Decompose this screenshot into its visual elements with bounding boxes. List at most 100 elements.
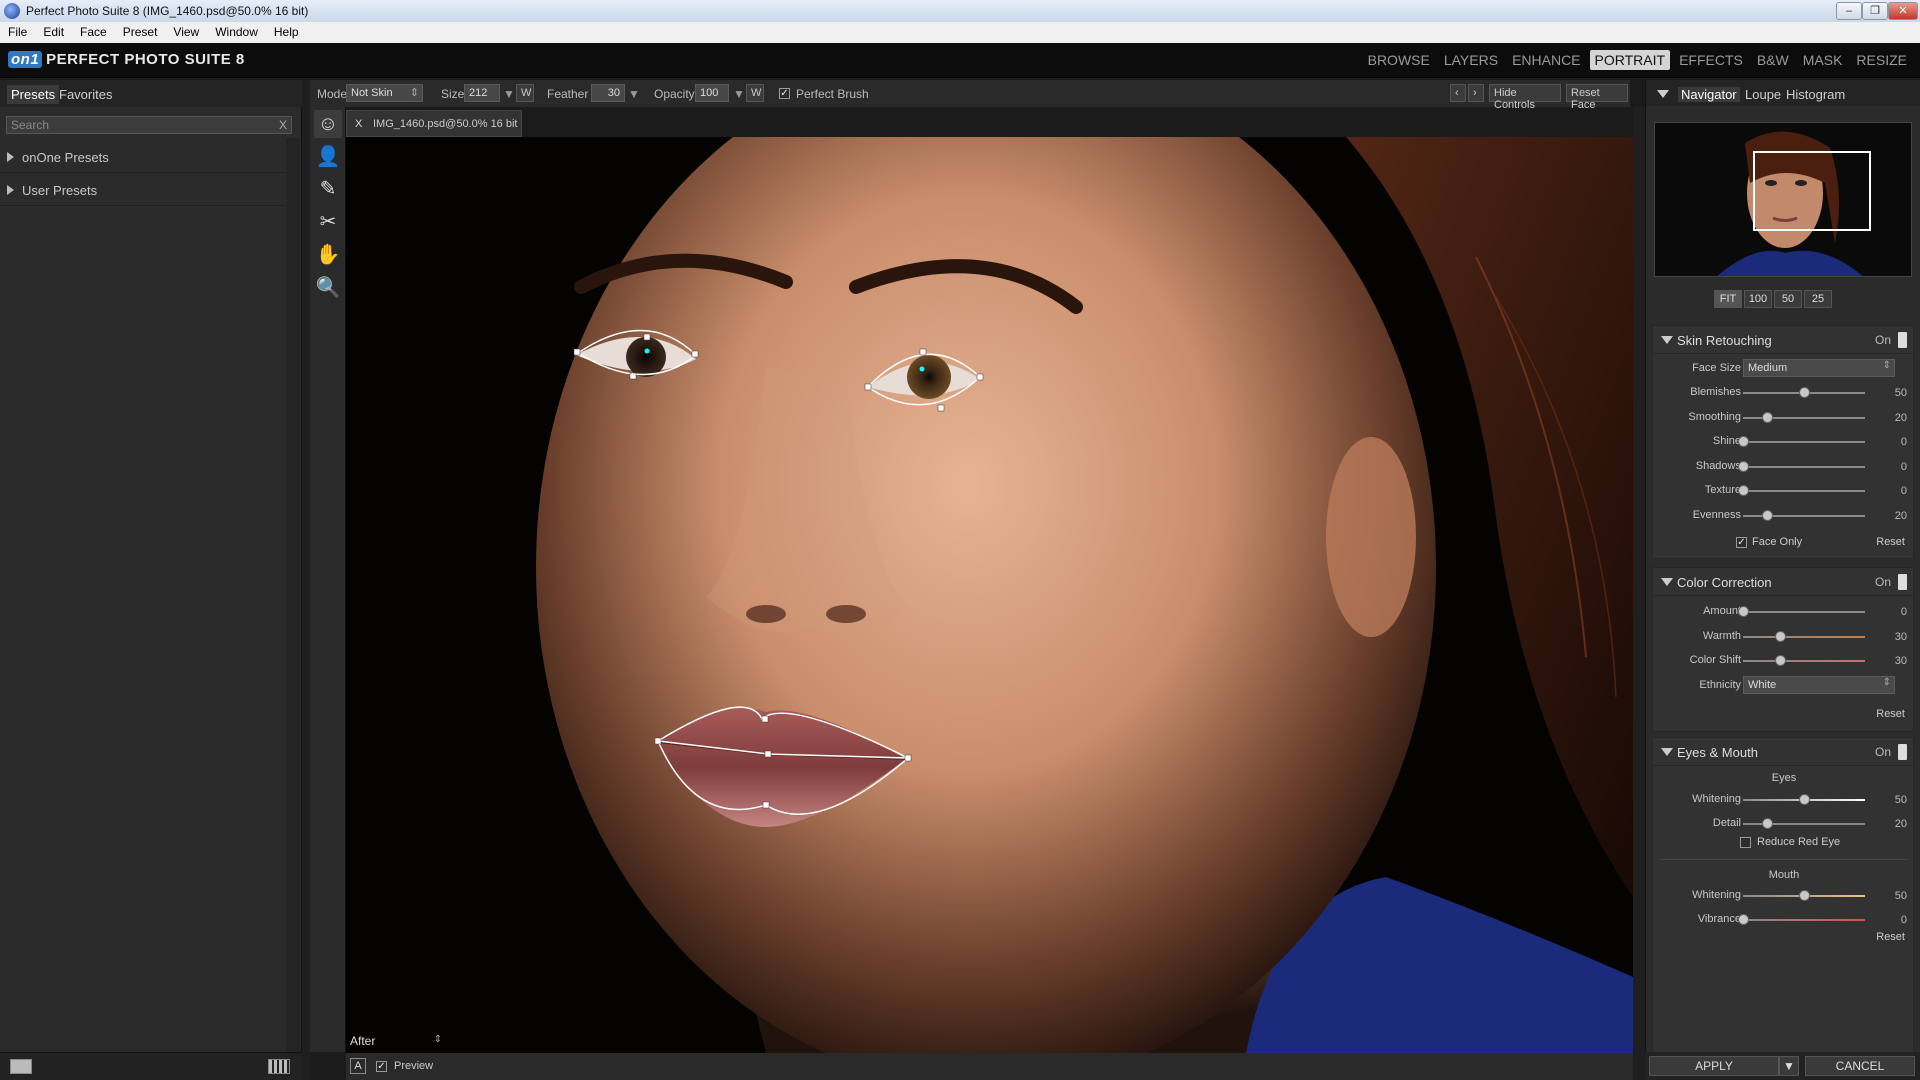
reset-face-button[interactable]: Reset Face <box>1566 84 1628 111</box>
zoom-tool-icon[interactable]: 🔍 <box>314 274 342 302</box>
chevron-down-icon[interactable]: ▼ <box>733 87 745 101</box>
tab-favorites[interactable]: Favorites <box>59 87 112 102</box>
perfect-brush-checkbox[interactable]: ✓ <box>779 88 790 99</box>
view-mode-select[interactable]: After ⇕ <box>346 1031 456 1051</box>
size-w-button[interactable]: W <box>516 84 534 102</box>
maximize-button[interactable]: ❐ <box>1862 2 1888 20</box>
slider-track[interactable] <box>1743 635 1865 638</box>
grid-view-icon[interactable] <box>268 1059 290 1074</box>
preset-group-user[interactable]: User Presets <box>0 174 286 206</box>
slider-track[interactable] <box>1743 822 1865 825</box>
module-portrait[interactable]: PORTRAIT <box>1589 50 1671 70</box>
slider-thumb[interactable] <box>1774 630 1786 642</box>
menu-view[interactable]: View <box>165 22 207 39</box>
chevron-down-icon[interactable]: ▼ <box>1779 1056 1799 1076</box>
face-size-select[interactable]: Medium ⇕ <box>1743 359 1895 377</box>
zoom-25-button[interactable]: 25 <box>1804 290 1832 308</box>
slider-thumb[interactable] <box>1762 411 1774 423</box>
feather-field[interactable]: 30 <box>591 84 625 102</box>
single-view-icon[interactable] <box>10 1059 32 1074</box>
slider-track[interactable] <box>1743 611 1865 613</box>
search-clear-button[interactable]: X <box>279 118 287 132</box>
slider-track[interactable] <box>1743 490 1865 492</box>
left-panel-splitter[interactable] <box>302 80 310 1080</box>
slider-thumb[interactable] <box>1738 436 1749 447</box>
chevron-down-icon[interactable]: ▼ <box>503 87 515 101</box>
slider-thumb[interactable] <box>1738 485 1749 496</box>
tab-loupe[interactable]: Loupe <box>1745 87 1781 102</box>
module-bw[interactable]: B&W <box>1752 50 1794 70</box>
menu-help[interactable]: Help <box>266 22 307 39</box>
previous-arrow-icon[interactable]: ‹ <box>1450 84 1466 102</box>
module-browse[interactable]: BROWSE <box>1363 50 1435 70</box>
collapse-arrow-icon[interactable] <box>1657 90 1669 98</box>
module-mask[interactable]: MASK <box>1798 50 1848 70</box>
skin-retouching-header[interactable]: Skin Retouching On <box>1653 326 1913 354</box>
tab-histogram[interactable]: Histogram <box>1786 87 1845 102</box>
module-layers[interactable]: LAYERS <box>1439 50 1503 70</box>
next-arrow-icon[interactable]: › <box>1468 84 1484 102</box>
reduce-red-eye-checkbox[interactable] <box>1740 837 1751 848</box>
chevron-down-icon[interactable]: ▼ <box>628 87 640 101</box>
mode-select[interactable]: Not Skin ⇕ <box>346 84 423 102</box>
close-document-button[interactable]: X <box>355 118 362 130</box>
face-only-checkbox[interactable]: ✓ <box>1736 537 1747 548</box>
minimize-button[interactable]: – <box>1836 2 1862 20</box>
tab-presets[interactable]: Presets <box>7 85 60 104</box>
face-tool-icon[interactable]: ☺ <box>314 110 342 138</box>
person-tool-icon[interactable]: 👤 <box>314 143 342 171</box>
skin-reset-button[interactable]: Reset <box>1876 536 1905 548</box>
preset-search-input[interactable]: Search X <box>6 116 292 134</box>
section-toggle[interactable] <box>1898 332 1907 348</box>
eyes-mouth-reset-button[interactable]: Reset <box>1876 931 1905 943</box>
cancel-button[interactable]: CANCEL <box>1805 1056 1915 1076</box>
module-effects[interactable]: EFFECTS <box>1674 50 1748 70</box>
preview-checkbox[interactable]: ✓ <box>376 1061 387 1072</box>
section-toggle[interactable] <box>1898 574 1907 590</box>
apply-button[interactable]: APPLY <box>1649 1056 1779 1076</box>
slider-thumb[interactable] <box>1738 913 1749 925</box>
navigator-thumbnail[interactable] <box>1654 122 1912 277</box>
size-field[interactable]: 212 <box>464 84 500 102</box>
slider-track[interactable] <box>1743 918 1865 921</box>
menu-file[interactable]: File <box>0 22 35 39</box>
zoom-50-button[interactable]: 50 <box>1774 290 1802 308</box>
document-tab[interactable]: X IMG_1460.psd@50.0% 16 bit <box>346 110 522 137</box>
hide-controls-button[interactable]: Hide Controls <box>1489 84 1561 111</box>
menu-window[interactable]: Window <box>207 22 266 39</box>
image-canvas[interactable] <box>346 137 1633 1053</box>
close-window-button[interactable]: ✕ <box>1888 2 1918 20</box>
right-panel-splitter[interactable] <box>1633 107 1645 1080</box>
module-resize[interactable]: RESIZE <box>1851 50 1912 70</box>
menu-edit[interactable]: Edit <box>35 22 72 39</box>
slider-thumb[interactable] <box>1738 606 1749 617</box>
slider-thumb[interactable] <box>1774 655 1786 666</box>
zoom-100-button[interactable]: 100 <box>1744 290 1772 308</box>
opacity-field[interactable]: 100 <box>695 84 729 102</box>
module-enhance[interactable]: ENHANCE <box>1507 50 1585 70</box>
slider-track[interactable] <box>1743 416 1865 419</box>
slider-track[interactable] <box>1743 441 1865 443</box>
section-toggle[interactable] <box>1898 744 1907 760</box>
eyes-mouth-header[interactable]: Eyes & Mouth On <box>1653 738 1913 766</box>
navigator-view-rectangle[interactable] <box>1753 151 1871 231</box>
slider-track[interactable] <box>1743 660 1865 662</box>
tab-navigator[interactable]: Navigator <box>1678 87 1740 102</box>
opacity-w-button[interactable]: W <box>746 84 764 102</box>
slider-track[interactable] <box>1743 465 1865 468</box>
color-correction-header[interactable]: Color Correction On <box>1653 568 1913 596</box>
menu-face[interactable]: Face <box>72 22 115 39</box>
slider-thumb[interactable] <box>1799 794 1810 805</box>
hand-tool-icon[interactable]: ✋ <box>314 241 342 269</box>
color-reset-button[interactable]: Reset <box>1876 708 1905 720</box>
menu-preset[interactable]: Preset <box>115 22 166 39</box>
zoom-fit-button[interactable]: FIT <box>1714 290 1742 308</box>
ethnicity-select[interactable]: White ⇕ <box>1743 676 1895 694</box>
slider-thumb[interactable] <box>1738 460 1749 472</box>
preset-group-onone[interactable]: onOne Presets <box>0 141 286 173</box>
blemish-fixer-icon[interactable]: ✂ <box>314 208 342 236</box>
slider-track[interactable] <box>1743 514 1865 517</box>
retouch-brush-icon[interactable]: ✎ <box>314 175 342 203</box>
presets-scrollbar[interactable] <box>286 138 300 1080</box>
compare-icon[interactable]: A <box>350 1058 366 1074</box>
